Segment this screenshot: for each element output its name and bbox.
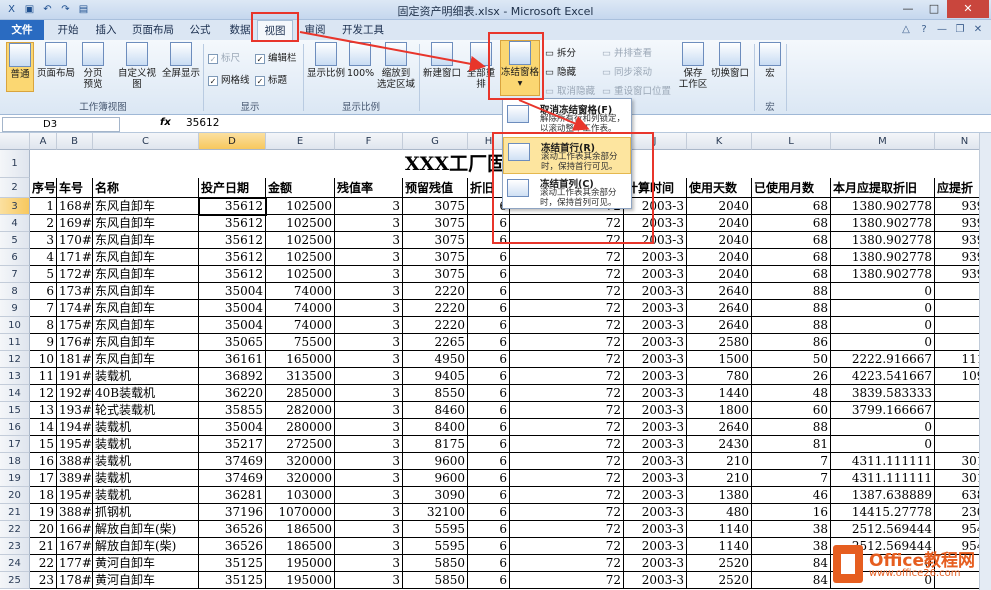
office26-logo: Office教程网 www.office26.com: [833, 540, 991, 590]
office-logo-icon: [833, 545, 863, 583]
arrow-to-menu: [518, 99, 590, 131]
annotation-arrows: [299, 31, 590, 131]
arrow-to-freeze-button: [299, 31, 486, 72]
logo-url: www.office26.com: [869, 568, 961, 579]
